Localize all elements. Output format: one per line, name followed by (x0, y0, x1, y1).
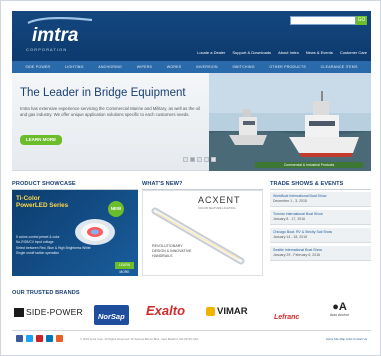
util-link-news[interactable]: News & Events (306, 50, 333, 55)
event-title[interactable]: Chicago Boat, RV & Strictly Sail Show (273, 230, 332, 234)
footer-links[interactable]: Home Site Map Links Contact Us (326, 337, 367, 341)
showcase-features: 5 colors control preset & color No-RGB/C… (16, 235, 91, 257)
page: imtra C O R P O R A T I O N GO Locate a … (0, 0, 381, 356)
brand-side-power[interactable]: SIDE-POWER (14, 307, 83, 317)
event-title[interactable]: Toronto International Boat Show (273, 212, 323, 216)
vimar-mark-icon (206, 307, 215, 316)
event-item[interactable]: WorkBoat International Boat Show Decembe… (270, 192, 371, 207)
util-link-support[interactable]: Support & Downloads (232, 50, 271, 55)
event-item[interactable]: Toronto International Boat Show January … (270, 210, 371, 225)
main-nav: SIDE POWER LIGHTING ANCHORING WIPERS WOR… (12, 61, 371, 73)
search-input[interactable] (290, 16, 356, 25)
brand-auto-anchor[interactable]: ●A Auto Anchor (330, 301, 349, 318)
event-date: January 8 - 17, 2016 (273, 217, 306, 221)
trade-shows-heading: TRADE SHOWS & EVENTS (270, 181, 344, 187)
util-link-customer-care[interactable]: Customer Care (340, 50, 367, 55)
side-power-mark-icon (14, 307, 24, 317)
brand-exalto[interactable]: Exalto (146, 302, 185, 320)
event-title[interactable]: WorkBoat International Boat Show (273, 194, 326, 198)
linkedin-icon[interactable] (46, 335, 53, 342)
rss-icon[interactable] (56, 335, 63, 342)
util-link-about[interactable]: About Imtra (278, 50, 299, 55)
trusted-brands-heading: OUR TRUSTED BRANDS (12, 290, 80, 296)
hero-learn-more-button[interactable]: LEARN MORE (20, 135, 62, 145)
nav-item-side-power[interactable]: SIDE POWER (25, 65, 50, 69)
slider-dot-active[interactable] (190, 157, 195, 162)
slider-dot[interactable] (204, 157, 209, 162)
event-title[interactable]: Seattle International Boat Show (273, 248, 322, 252)
brand-lefranc[interactable]: Lefranc (274, 306, 299, 324)
utility-links: Locate a Dealer Support & Downloads Abou… (197, 50, 367, 55)
event-item[interactable]: Chicago Boat, RV & Strictly Sail Show Ja… (270, 228, 371, 243)
event-date: January 14 - 18, 2016 (273, 235, 308, 239)
util-link-dealer[interactable]: Locate a Dealer (197, 50, 225, 55)
whats-new-heading: WHAT'S NEW? (142, 181, 183, 187)
nav-item-clearance[interactable]: CLEARANCE ITEMS (321, 65, 358, 69)
facebook-icon[interactable] (16, 335, 23, 342)
event-date: December 1 - 3, 2015 (273, 199, 307, 203)
brand-norsap[interactable]: NorSap (94, 305, 129, 325)
twitter-icon[interactable] (26, 335, 33, 342)
slider-dot[interactable] (211, 157, 216, 162)
imtra-logo[interactable]: imtra C O R P O R A T I O N (22, 17, 106, 55)
divider (270, 189, 371, 190)
feature-item: Single on/off switch operation (16, 251, 60, 256)
hero-title: The Leader in Bridge Equipment (20, 87, 186, 99)
social-links (16, 335, 63, 342)
brand-vimar[interactable]: VIMAR (206, 306, 248, 317)
search-button[interactable]: GO (356, 16, 367, 25)
product-showcase-card[interactable]: Ti-Color PowerLED Series NEW 5 colors co… (12, 190, 138, 276)
event-date: January 29 - February 6, 2016 (273, 253, 321, 257)
site-footer: © 2015 Imtra Corp. All Rights Reserved. … (12, 330, 371, 344)
product-showcase-heading: PRODUCT SHOWCASE (12, 181, 76, 187)
slider-dots (183, 157, 216, 162)
whats-new-card[interactable]: ACXENT COLOR FEATURE LIGHTING REVOLUTION… (142, 190, 263, 276)
youtube-icon[interactable] (36, 335, 43, 342)
nav-item-wipers[interactable]: WIPERS (137, 65, 152, 69)
hero-caption: Commercial & Industrial Products (255, 162, 363, 168)
showcase-subtitle: PowerLED Series (16, 202, 69, 209)
whats-new-text: REVOLUTIONARY DESIGN & INNOVATIVE HANDRA… (152, 244, 212, 259)
new-badge: NEW (108, 201, 124, 217)
hero-text: Imtra has extensive experience servicing… (20, 106, 200, 118)
nav-item-other-products[interactable]: OTHER PRODUCTS (269, 65, 306, 69)
slider-dot[interactable] (197, 157, 202, 162)
site-header: imtra C O R P O R A T I O N GO Locate a … (12, 11, 371, 61)
whats-new-line: HANDRAILS (152, 254, 173, 258)
hero-boats-image (209, 73, 371, 171)
slider-dot[interactable] (183, 157, 188, 162)
nav-item-works[interactable]: WORKS (167, 65, 182, 69)
event-item[interactable]: Seattle International Boat Show January … (270, 246, 371, 261)
nav-item-inversion[interactable]: INVERSION (196, 65, 218, 69)
nav-item-switching[interactable]: SWITCHING (232, 65, 254, 69)
nav-item-anchoring[interactable]: ANCHORING (98, 65, 122, 69)
copyright-text: © 2015 Imtra Corp. All Rights Reserved. … (80, 337, 199, 341)
logo-text: imtra (32, 25, 79, 46)
nav-item-lighting[interactable]: LIGHTING (65, 65, 84, 69)
handrail-image (151, 207, 245, 265)
brands-strip: SIDE-POWER NorSap Exalto VIMAR Lefranc ●… (12, 299, 371, 326)
showcase-title: Ti-Color (16, 195, 41, 202)
logo-subtext: C O R P O R A T I O N (26, 47, 66, 52)
showcase-learn-more-button[interactable]: LEARN MORE (115, 262, 134, 274)
hero-banner: The Leader in Bridge Equipment Imtra has… (12, 73, 371, 171)
auto-anchor-mark-icon: ●A (332, 301, 347, 313)
